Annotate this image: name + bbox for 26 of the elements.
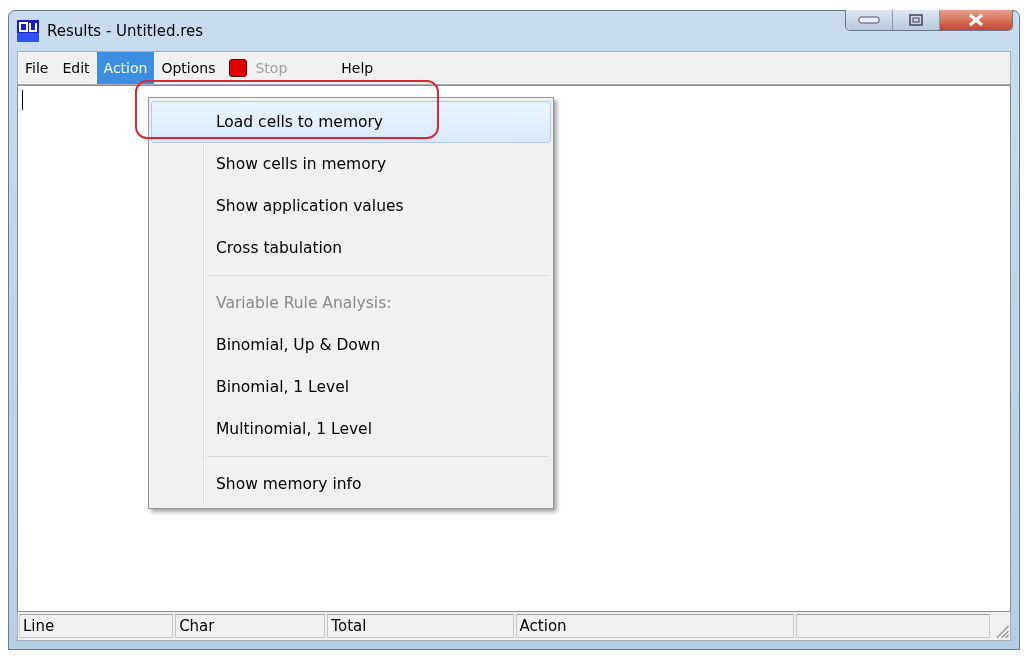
menu-option[interactable]: Show memory info xyxy=(151,463,551,505)
status-panel: Line xyxy=(19,614,174,638)
maximize-button[interactable] xyxy=(893,10,940,30)
status-panel: Total xyxy=(327,614,514,638)
menu-option[interactable]: Show application values xyxy=(151,185,551,227)
minimize-icon xyxy=(858,16,880,24)
menu-option[interactable]: Show cells in memory xyxy=(151,143,551,185)
close-icon xyxy=(968,13,984,27)
status-panel: Action xyxy=(515,614,795,638)
text-cursor xyxy=(22,90,23,110)
stop-icon xyxy=(229,59,248,77)
menu-item[interactable]: Help xyxy=(334,52,381,84)
menu-item[interactable]: File xyxy=(18,52,56,84)
menu-option[interactable]: Binomial, 1 Level xyxy=(151,366,551,408)
menu-item[interactable]: Edit xyxy=(55,52,97,84)
minimize-button[interactable] xyxy=(846,10,893,30)
menu-option[interactable]: Load cells to memory xyxy=(151,101,551,143)
app-logo-icon xyxy=(17,20,39,42)
status-panel: Char xyxy=(175,614,326,638)
window-title: Results - Untitled.res xyxy=(47,22,204,40)
menu-option[interactable]: Binomial, Up & Down xyxy=(151,324,551,366)
maximize-icon xyxy=(909,14,923,26)
menu-option[interactable]: Cross tabulation xyxy=(151,227,551,269)
menu-option[interactable]: Multinomial, 1 Level xyxy=(151,408,551,450)
menu-item[interactable]: Options xyxy=(154,52,223,84)
close-button[interactable] xyxy=(940,10,1012,30)
